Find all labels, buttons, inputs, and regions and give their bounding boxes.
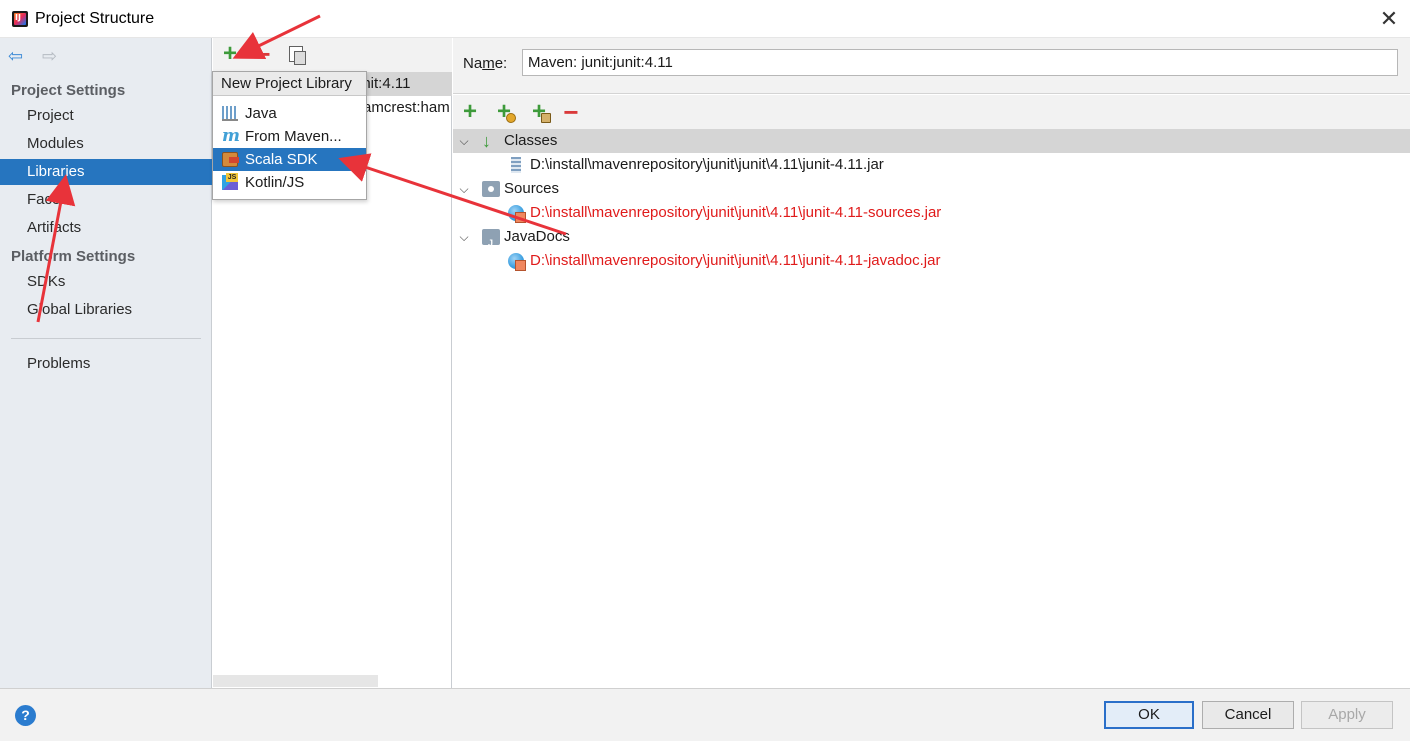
sidebar-item-artifacts[interactable]: Artifacts [0, 215, 212, 241]
tree-category-javadocs[interactable]: ⌵ JavaDocs [453, 225, 1410, 255]
collapse-chevron-icon[interactable]: ⌵ [457, 179, 471, 199]
add-library-icon[interactable]: + [219, 42, 241, 66]
classes-icon: ↓ [482, 131, 491, 151]
sidebar-item-sdks[interactable]: SDKs [0, 269, 212, 295]
sidebar-item-facets[interactable]: Facets [0, 187, 212, 213]
popup-title: New Project Library [213, 72, 366, 96]
popup-item-scala-sdk[interactable]: Scala SDK [213, 148, 366, 171]
javadocs-folder-icon [482, 229, 500, 255]
ok-button[interactable]: OK [1104, 701, 1194, 729]
tree-entry-path: D:\install\mavenrepository\junit\junit\4… [530, 252, 941, 269]
remove-root-icon[interactable]: − [559, 99, 583, 125]
kotlin-js-icon [222, 173, 238, 190]
tree-category-label: JavaDocs [504, 228, 570, 245]
cancel-button[interactable]: Cancel [1202, 701, 1294, 729]
title-bar: Project Structure ✕ [0, 0, 1410, 38]
sidebar-item-project[interactable]: Project [0, 103, 212, 129]
sidebar-item-global-libraries[interactable]: Global Libraries [0, 297, 212, 323]
maven-icon: m [222, 126, 240, 146]
library-detail-pane: Name: Maven: junit:junit:4.11 + + + − ⌵ … [453, 38, 1410, 688]
remove-library-icon[interactable]: − [252, 41, 274, 67]
library-list-scrollbar[interactable] [213, 675, 378, 687]
popup-item-label: Scala SDK [245, 151, 318, 168]
add-root-icon[interactable]: + [458, 100, 482, 124]
new-project-library-popup: New Project Library Java m From Maven...… [212, 71, 367, 200]
sources-folder-icon [482, 181, 500, 197]
popup-item-java[interactable]: Java [213, 102, 366, 125]
window-title: Project Structure [35, 10, 155, 27]
popup-item-from-maven[interactable]: m From Maven... [213, 125, 366, 148]
tree-entry[interactable]: D:\install\mavenrepository\junit\junit\4… [453, 201, 1410, 225]
tree-entry-path: D:\install\mavenrepository\junit\junit\4… [530, 204, 942, 221]
intellij-app-icon [12, 11, 28, 27]
tree-entry[interactable]: D:\install\mavenrepository\junit\junit\4… [453, 153, 1410, 177]
roots-toolbar: + + + − [453, 95, 1410, 129]
sidebar-item-problems[interactable]: Problems [0, 351, 212, 377]
close-window-button[interactable]: ✕ [1376, 6, 1402, 32]
tree-entry[interactable]: D:\install\mavenrepository\junit\junit\4… [453, 249, 1410, 273]
section-project-settings: Project Settings [11, 82, 126, 99]
jar-icon [511, 157, 521, 173]
popup-item-kotlin-js[interactable]: Kotlin/JS [213, 171, 366, 194]
name-label: Name: [463, 55, 508, 72]
popup-item-label: Java [245, 105, 277, 122]
tree-category-classes[interactable]: ⌵ ↓ Classes [453, 129, 1410, 153]
tree-entry-path: D:\install\mavenrepository\junit\junit\4… [530, 156, 884, 173]
tree-category-label: Sources [504, 180, 560, 197]
web-resource-icon [508, 205, 526, 223]
settings-sidebar: ⇦ ⇨ Project Settings Project Modules Lib… [0, 38, 212, 688]
sidebar-item-libraries[interactable]: Libraries [0, 159, 212, 185]
library-name-field[interactable]: Maven: junit:junit:4.11 [522, 49, 1398, 76]
sidebar-divider [11, 338, 201, 339]
scala-sdk-icon [222, 152, 239, 167]
collapse-chevron-icon[interactable]: ⌵ [457, 227, 471, 247]
java-library-icon [222, 106, 238, 121]
collapse-chevron-icon[interactable]: ⌵ [457, 131, 471, 151]
sidebar-item-modules[interactable]: Modules [0, 131, 212, 157]
tree-category-sources[interactable]: ⌵ Sources [453, 177, 1410, 201]
name-row: Name: Maven: junit:junit:4.11 [453, 38, 1410, 94]
library-row-label: amcrest:ham [363, 99, 450, 116]
web-resource-icon [508, 253, 526, 271]
library-list-toolbar: + − [213, 38, 452, 72]
popup-item-label: Kotlin/JS [245, 174, 305, 191]
dialog-footer: ? OK Cancel Apply [0, 688, 1410, 741]
forward-arrow-icon[interactable]: ⇨ [42, 46, 62, 66]
copy-library-icon[interactable] [289, 46, 306, 65]
apply-button[interactable]: Apply [1301, 701, 1393, 729]
attach-url-icon[interactable]: + [492, 100, 516, 124]
popup-item-label: From Maven... [245, 128, 342, 145]
attach-jar-directory-icon[interactable]: + [527, 100, 551, 124]
help-icon[interactable]: ? [15, 705, 36, 726]
back-arrow-icon[interactable]: ⇦ [8, 46, 28, 66]
section-platform-settings: Platform Settings [11, 248, 136, 265]
tree-category-label: Classes [504, 132, 558, 149]
